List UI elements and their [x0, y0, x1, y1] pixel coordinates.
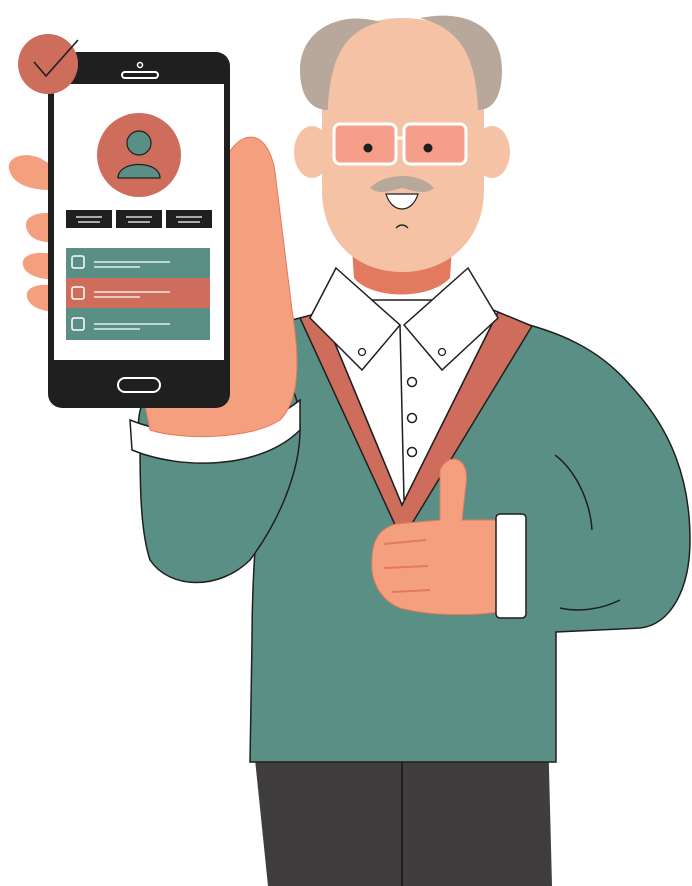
- list-item[interactable]: [66, 248, 210, 278]
- collar-button: [357, 347, 367, 357]
- old-man-with-phone-illustration: [8, 15, 691, 886]
- checklist: [66, 248, 210, 340]
- profile-avatar[interactable]: [97, 113, 181, 197]
- smartphone: [18, 34, 230, 408]
- shirt-button: [406, 412, 418, 424]
- list-item[interactable]: [66, 308, 210, 340]
- illustration-canvas: [0, 0, 692, 886]
- tab-3[interactable]: [166, 210, 212, 228]
- tab-1[interactable]: [66, 210, 112, 228]
- list-item[interactable]: [66, 278, 210, 308]
- tab-2[interactable]: [116, 210, 162, 228]
- collar-button: [437, 347, 447, 357]
- left-eye: [363, 143, 373, 153]
- head: [294, 15, 510, 272]
- shirt-button: [406, 376, 418, 388]
- tab-bar: [66, 210, 212, 228]
- checkmark-badge: [18, 34, 79, 94]
- shirt-button: [406, 446, 418, 458]
- shirt-cuff: [495, 513, 527, 619]
- right-eye: [423, 143, 433, 153]
